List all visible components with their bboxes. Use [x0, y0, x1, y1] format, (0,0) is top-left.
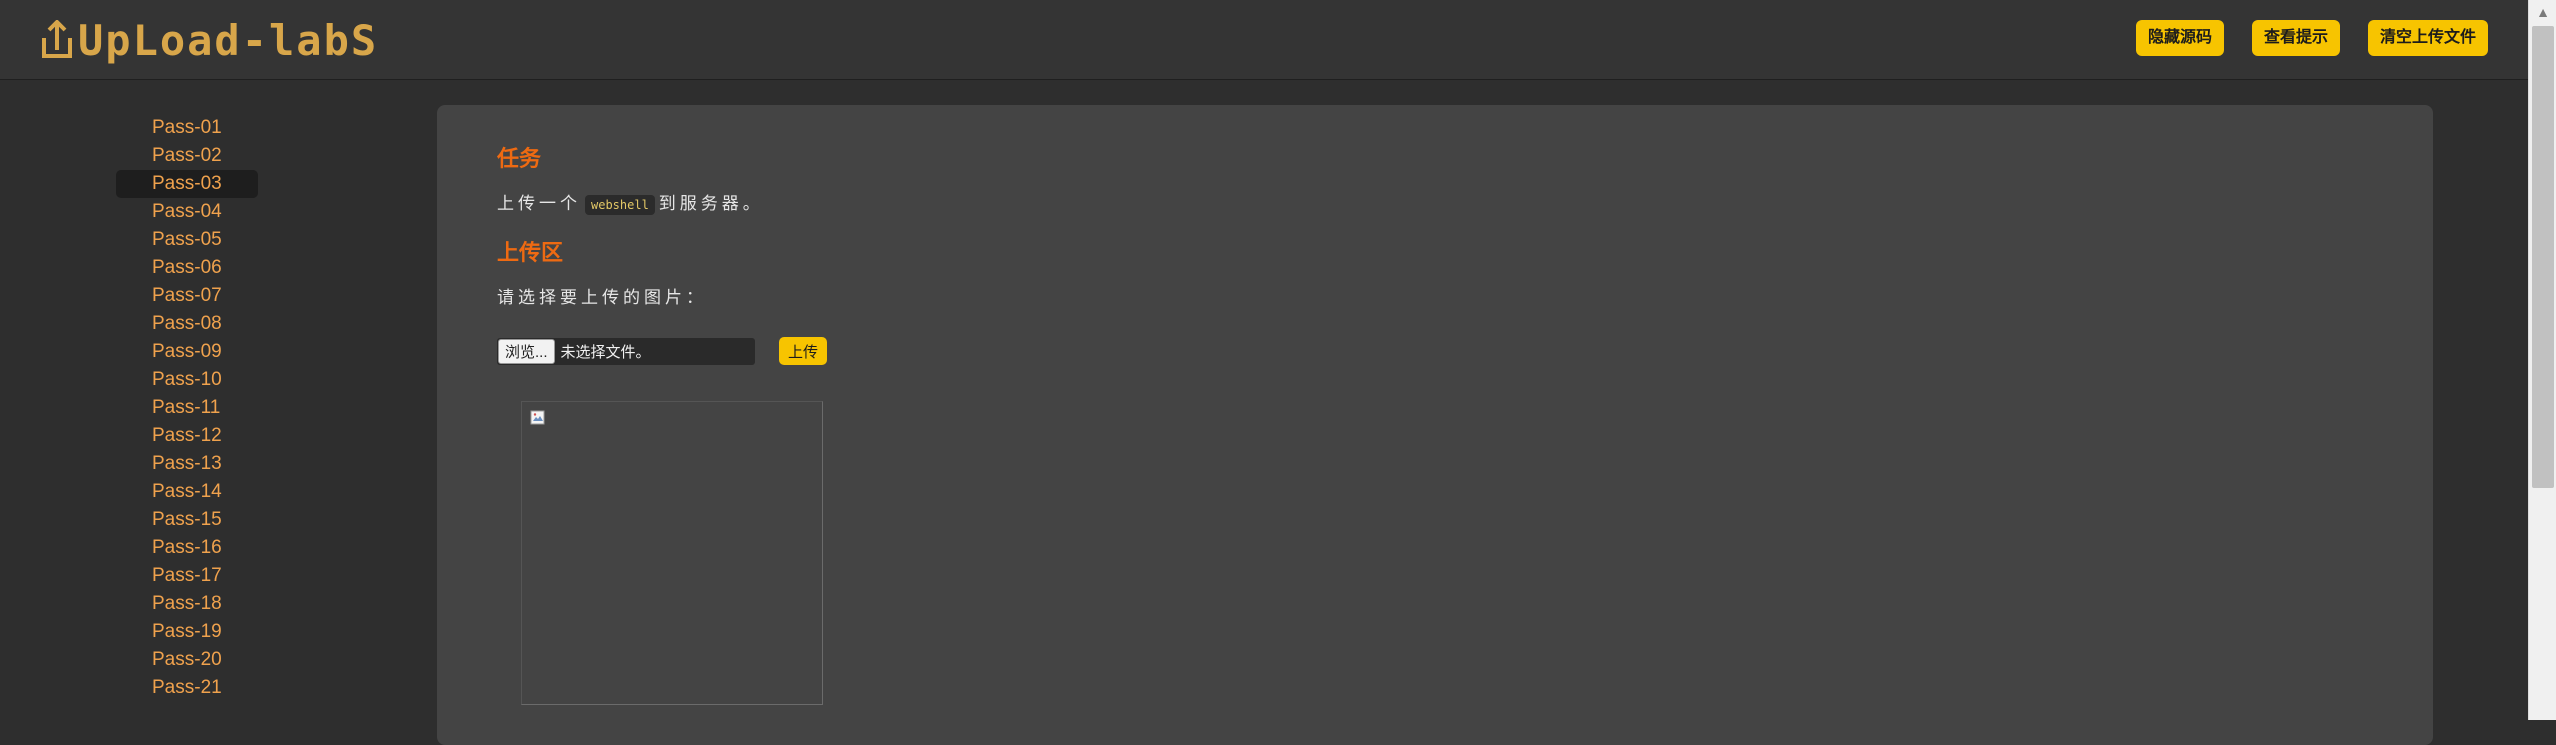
sidebar-item-pass-10[interactable]: Pass-10 [116, 366, 258, 394]
sidebar-item-pass-04[interactable]: Pass-04 [116, 198, 258, 226]
sidebar-item-pass-02[interactable]: Pass-02 [116, 142, 258, 170]
sidebar-item-pass-12[interactable]: Pass-12 [116, 422, 258, 450]
level-nav: Pass-01 Pass-02 Pass-03 Pass-04 Pass-05 Pass-… [116, 114, 258, 702]
sidebar-item-pass-14[interactable]: Pass-14 [116, 478, 258, 506]
scroll-thumb[interactable] [2532, 26, 2554, 488]
view-hint-button[interactable]: 查看提示 [2251, 20, 2340, 56]
sidebar-item-pass-06[interactable]: Pass-06 [116, 254, 258, 282]
task-code: webshell [585, 194, 655, 215]
sidebar-item-pass-21[interactable]: Pass-21 [116, 674, 258, 702]
logo-mark-icon [42, 20, 72, 58]
file-status: 未选择文件。 [560, 343, 651, 361]
upload-form: 浏览... 未选择文件。 上传 [497, 337, 828, 365]
upload-button[interactable]: 上传 [779, 337, 828, 365]
sidebar-item-pass-13[interactable]: Pass-13 [116, 450, 258, 478]
task-description: 上传一个 webshell 到服务器。 [497, 189, 764, 215]
sidebar-item-pass-15[interactable]: Pass-15 [116, 506, 258, 534]
sidebar-item-pass-18[interactable]: Pass-18 [116, 590, 258, 618]
task-text-after: 到服务器。 [658, 194, 764, 213]
browse-button[interactable]: 浏览... [498, 338, 555, 364]
sidebar-item-pass-07[interactable]: Pass-07 [116, 282, 258, 310]
sidebar-item-pass-17[interactable]: Pass-17 [116, 562, 258, 590]
sidebar-item-pass-20[interactable]: Pass-20 [116, 646, 258, 674]
sidebar: Pass-01 Pass-02 Pass-03 Pass-04 Pass-05 Pass-… [0, 81, 436, 720]
sidebar-item-pass-11[interactable]: Pass-11 [116, 394, 258, 422]
sidebar-item-pass-19[interactable]: Pass-19 [116, 618, 258, 646]
sidebar-item-pass-09[interactable]: Pass-09 [116, 338, 258, 366]
file-input[interactable]: 浏览... 未选择文件。 [497, 337, 755, 365]
task-text-before: 上传一个 [497, 194, 581, 213]
sidebar-item-pass-16[interactable]: Pass-16 [116, 534, 258, 562]
clear-uploads-button[interactable]: 清空上传文件 [2367, 20, 2488, 56]
main-panel: 任务 上传一个 webshell 到服务器。 上传区 请选择要上传的图片： 浏览..… [437, 105, 2433, 745]
sidebar-item-pass-08[interactable]: Pass-08 [116, 310, 258, 338]
sidebar-item-pass-03[interactable]: Pass-03 [116, 170, 258, 198]
broken-image-icon [530, 410, 545, 425]
scroll-up-arrow-icon[interactable]: ▲ [2529, 0, 2556, 24]
image-preview [521, 401, 823, 705]
sidebar-item-pass-01[interactable]: Pass-01 [116, 114, 258, 142]
upload-prompt: 请选择要上传的图片： [497, 288, 707, 307]
sidebar-item-pass-05[interactable]: Pass-05 [116, 226, 258, 254]
site-logo[interactable]: UpLoad-labS [40, 10, 378, 70]
header-actions: 隐藏源码 查看提示 清空上传文件 [2135, 20, 2488, 56]
upload-heading: 上传区 [497, 240, 564, 265]
task-heading: 任务 [497, 146, 542, 171]
logo-text: UpLoad-labS [78, 15, 379, 65]
hide-source-button[interactable]: 隐藏源码 [2135, 20, 2224, 56]
top-header: UpLoad-labS 隐藏源码 查看提示 清空上传文件 [0, 0, 2528, 80]
vertical-scrollbar[interactable]: ▲ [2528, 0, 2556, 720]
